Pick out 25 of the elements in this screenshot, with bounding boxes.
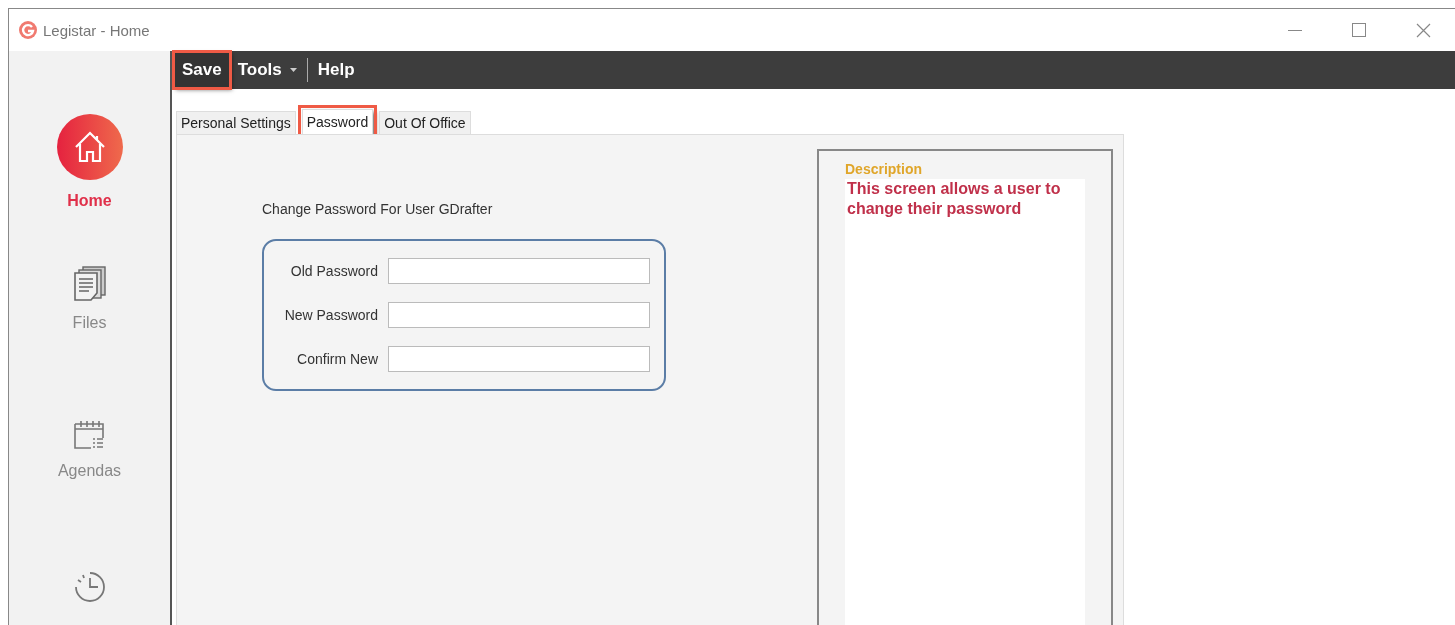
minimize-icon	[1288, 29, 1302, 31]
documents-icon	[72, 266, 107, 302]
window-title: Legistar - Home	[43, 21, 150, 39]
close-icon	[1415, 22, 1431, 38]
field-label: Confirm New	[296, 351, 378, 367]
field-label: Old Password	[289, 263, 378, 279]
menu-button[interactable]: Tools	[229, 52, 305, 88]
clock-icon	[72, 570, 107, 604]
password-field[interactable]	[388, 346, 650, 372]
description-title: Description	[845, 161, 923, 177]
home-icon	[56, 114, 123, 180]
calendar-icon	[73, 418, 106, 450]
menu-button[interactable]: Help	[309, 52, 363, 88]
field-label: New Password	[283, 307, 378, 323]
app-logo-icon	[19, 21, 37, 39]
tab[interactable]: Personal Settings	[176, 111, 296, 134]
password-field[interactable]	[388, 258, 650, 284]
description-text: This screen allows a user to change their password	[845, 179, 1085, 625]
maximize-icon	[1352, 23, 1366, 37]
password-field[interactable]	[388, 302, 650, 328]
caret-icon	[289, 68, 297, 72]
tab[interactable]: Out Of Office	[379, 111, 471, 134]
sidebar-item[interactable]: Home	[56, 114, 123, 266]
menu-button[interactable]: Save	[174, 52, 230, 88]
form-heading: Change Password For User GDrafter	[262, 201, 494, 217]
